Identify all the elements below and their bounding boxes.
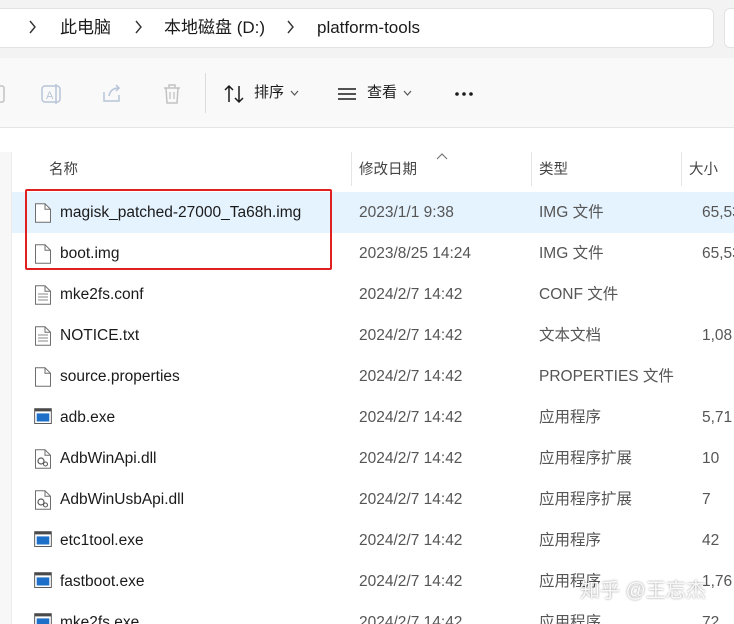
column-header: 名称 修改日期 类型 大小 — [0, 152, 734, 186]
file-type: 应用程序 — [539, 532, 602, 549]
dll-icon — [34, 490, 52, 510]
file-row[interactable]: etc1tool.exe 2024/2/7 14:42 应用程序 42 — [12, 520, 734, 561]
file-name: mke2fs.conf — [60, 286, 144, 303]
more-icon[interactable] — [452, 82, 476, 106]
exe-icon — [34, 572, 52, 592]
breadcrumb-this-pc[interactable]: 此电脑 — [60, 18, 111, 38]
file-row[interactable]: AdbWinUsbApi.dll 2024/2/7 14:42 应用程序扩展 7 — [12, 479, 734, 520]
annotation-highlight-box — [25, 189, 332, 270]
sort-button[interactable]: 排序 — [254, 84, 284, 102]
column-name[interactable]: 名称 — [49, 161, 78, 179]
watermark: 知乎 @王忘杰 — [580, 580, 706, 602]
file-type: IMG 文件 — [539, 245, 604, 262]
dll-icon — [34, 449, 52, 469]
file-size: 42 — [702, 532, 720, 549]
file-icon — [34, 367, 52, 387]
file-row[interactable]: NOTICE.txt 2024/2/7 14:42 文本文档 1,08 — [12, 315, 734, 356]
chevron-right-icon[interactable] — [286, 20, 295, 34]
chevron-right-icon[interactable] — [28, 20, 37, 34]
breadcrumb-local-disk[interactable]: 本地磁盘 (D:) — [164, 18, 265, 38]
chevron-down-icon[interactable] — [290, 90, 299, 96]
file-size: 1,08 — [702, 327, 733, 344]
sort-ascending-icon — [436, 153, 448, 160]
delete-icon[interactable] — [160, 82, 184, 106]
text-file-icon — [34, 326, 52, 346]
file-size: 65,53 — [702, 245, 734, 262]
column-divider[interactable] — [351, 152, 352, 186]
file-date: 2023/8/25 14:24 — [359, 245, 472, 262]
file-name: mke2fs.exe — [60, 614, 140, 624]
breadcrumb-platform-tools[interactable]: platform-tools — [317, 18, 420, 38]
file-row[interactable]: source.properties 2024/2/7 14:42 PROPERTIE… — [12, 356, 734, 397]
file-date: 2023/1/1 9:38 — [359, 204, 454, 221]
file-type: IMG 文件 — [539, 204, 604, 221]
share-icon[interactable] — [100, 82, 124, 106]
svg-text:A: A — [46, 90, 54, 102]
view-icon[interactable] — [335, 82, 359, 106]
search-box[interactable] — [724, 8, 734, 48]
file-type: 应用程序 — [539, 614, 602, 624]
command-bar: A 排序 查看 — [0, 58, 734, 128]
file-name: fastboot.exe — [60, 573, 145, 590]
chevron-right-icon[interactable] — [134, 20, 143, 34]
file-type: 应用程序扩展 — [539, 491, 633, 508]
file-size: 5,71 — [702, 409, 733, 426]
file-type: PROPERTIES 文件 — [539, 368, 674, 385]
column-divider[interactable] — [531, 152, 532, 186]
navigation-pane-edge[interactable] — [0, 152, 12, 624]
file-date: 2024/2/7 14:42 — [359, 327, 463, 344]
address-bar: 此电脑 本地磁盘 (D:) platform-tools — [0, 0, 734, 58]
file-size: 10 — [702, 450, 720, 467]
file-type: 文本文档 — [539, 327, 602, 344]
sort-icon[interactable] — [222, 82, 246, 106]
exe-icon — [34, 531, 52, 551]
file-size: 72 — [702, 614, 720, 624]
file-size: 65,53 — [702, 204, 734, 221]
view-button[interactable]: 查看 — [367, 84, 397, 102]
file-date: 2024/2/7 14:42 — [359, 409, 463, 426]
file-row[interactable]: mke2fs.conf 2024/2/7 14:42 CONF 文件 — [12, 274, 734, 315]
file-size: 7 — [702, 491, 711, 508]
file-date: 2024/2/7 14:42 — [359, 368, 463, 385]
file-date: 2024/2/7 14:42 — [359, 573, 463, 590]
column-size[interactable]: 大小 — [689, 161, 718, 179]
copy-icon[interactable] — [0, 82, 10, 106]
chevron-down-icon[interactable] — [403, 90, 412, 96]
exe-icon — [34, 408, 52, 428]
file-name: adb.exe — [60, 409, 116, 426]
text-file-icon — [34, 285, 52, 305]
column-divider[interactable] — [681, 152, 682, 186]
file-row[interactable]: mke2fs.exe 2024/2/7 14:42 应用程序 72 — [12, 602, 734, 624]
toolbar-divider — [205, 73, 206, 113]
column-date[interactable]: 修改日期 — [359, 161, 417, 179]
file-name: NOTICE.txt — [60, 327, 140, 344]
file-date: 2024/2/7 14:42 — [359, 286, 463, 303]
file-name: AdbWinUsbApi.dll — [60, 491, 185, 508]
file-date: 2024/2/7 14:42 — [359, 614, 463, 624]
exe-icon — [34, 613, 52, 624]
file-type: CONF 文件 — [539, 286, 619, 303]
file-row[interactable]: adb.exe 2024/2/7 14:42 应用程序 5,71 — [12, 397, 734, 438]
file-row[interactable]: AdbWinApi.dll 2024/2/7 14:42 应用程序扩展 10 — [12, 438, 734, 479]
file-type: 应用程序 — [539, 409, 602, 426]
rename-icon[interactable]: A — [40, 82, 64, 106]
file-date: 2024/2/7 14:42 — [359, 450, 463, 467]
file-name: AdbWinApi.dll — [60, 450, 157, 467]
file-type: 应用程序扩展 — [539, 450, 633, 467]
file-name: etc1tool.exe — [60, 532, 144, 549]
file-date: 2024/2/7 14:42 — [359, 491, 463, 508]
column-type[interactable]: 类型 — [539, 161, 568, 179]
file-size: 1,76 — [702, 573, 733, 590]
file-date: 2024/2/7 14:42 — [359, 532, 463, 549]
file-name: source.properties — [60, 368, 180, 385]
